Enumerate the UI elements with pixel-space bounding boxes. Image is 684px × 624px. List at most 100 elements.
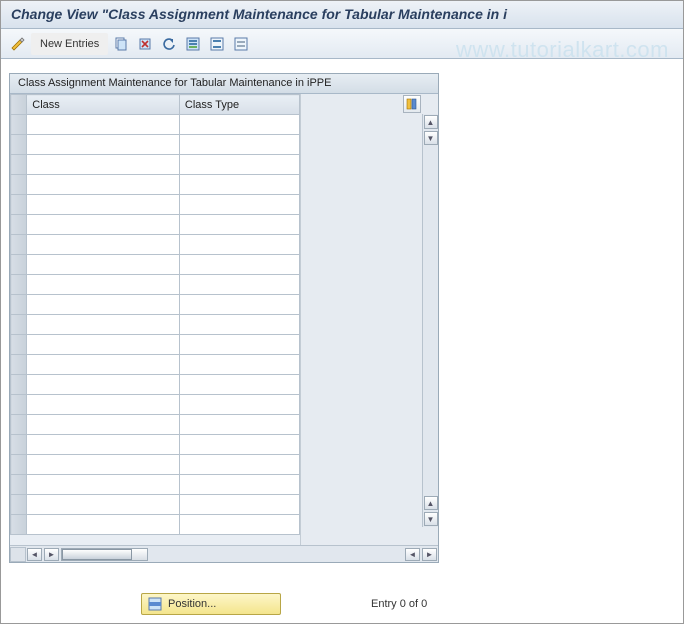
- cell-classtype[interactable]: [179, 295, 299, 315]
- deselect-button[interactable]: [230, 33, 252, 55]
- new-entries-button[interactable]: New Entries: [31, 33, 108, 55]
- undo-button[interactable]: [158, 33, 180, 55]
- row-selector[interactable]: [11, 515, 27, 535]
- row-header-corner[interactable]: [11, 95, 27, 115]
- cell-classtype[interactable]: [179, 355, 299, 375]
- cell-classtype[interactable]: [179, 215, 299, 235]
- cell-class[interactable]: [27, 355, 180, 375]
- cell-class[interactable]: [27, 175, 180, 195]
- row-selector[interactable]: [11, 455, 27, 475]
- cell-classtype[interactable]: [179, 415, 299, 435]
- table-row[interactable]: [11, 135, 300, 155]
- scroll-right-button[interactable]: ►: [44, 548, 59, 561]
- row-selector[interactable]: [11, 335, 27, 355]
- cell-classtype[interactable]: [179, 375, 299, 395]
- table-row[interactable]: [11, 375, 300, 395]
- table-row[interactable]: [11, 215, 300, 235]
- scroll-up-button[interactable]: ▲: [424, 115, 438, 129]
- data-grid[interactable]: Class Class Type: [10, 94, 300, 535]
- table-row[interactable]: [11, 315, 300, 335]
- cell-classtype[interactable]: [179, 135, 299, 155]
- scroll-up2-button[interactable]: ▲: [424, 496, 438, 510]
- position-button[interactable]: Position...: [141, 593, 281, 615]
- cell-class[interactable]: [27, 275, 180, 295]
- cell-classtype[interactable]: [179, 255, 299, 275]
- table-row[interactable]: [11, 295, 300, 315]
- table-row[interactable]: [11, 155, 300, 175]
- row-selector[interactable]: [11, 375, 27, 395]
- table-row[interactable]: [11, 255, 300, 275]
- change-mode-button[interactable]: [7, 33, 29, 55]
- row-selector[interactable]: [11, 235, 27, 255]
- table-row[interactable]: [11, 275, 300, 295]
- row-selector[interactable]: [11, 355, 27, 375]
- table-row[interactable]: [11, 175, 300, 195]
- cell-classtype[interactable]: [179, 455, 299, 475]
- cell-classtype[interactable]: [179, 155, 299, 175]
- row-selector[interactable]: [11, 215, 27, 235]
- table-row[interactable]: [11, 335, 300, 355]
- scroll-right2-button[interactable]: ►: [422, 548, 437, 561]
- vertical-scrollbar[interactable]: ▲ ▼ ▲ ▼: [422, 114, 438, 527]
- scroll-down2-button[interactable]: ▼: [424, 512, 438, 526]
- row-selector[interactable]: [11, 275, 27, 295]
- table-row[interactable]: [11, 455, 300, 475]
- table-row[interactable]: [11, 495, 300, 515]
- cell-classtype[interactable]: [179, 275, 299, 295]
- row-selector[interactable]: [11, 195, 27, 215]
- cell-classtype[interactable]: [179, 395, 299, 415]
- table-row[interactable]: [11, 195, 300, 215]
- horizontal-scrollbar[interactable]: ◄ ► ◄ ►: [10, 545, 438, 562]
- cell-classtype[interactable]: [179, 315, 299, 335]
- cell-class[interactable]: [27, 515, 180, 535]
- table-row[interactable]: [11, 395, 300, 415]
- row-selector[interactable]: [11, 175, 27, 195]
- row-selector[interactable]: [11, 315, 27, 335]
- cell-classtype[interactable]: [179, 195, 299, 215]
- table-row[interactable]: [11, 115, 300, 135]
- column-header-class[interactable]: Class: [27, 95, 180, 115]
- cell-classtype[interactable]: [179, 475, 299, 495]
- table-row[interactable]: [11, 355, 300, 375]
- table-row[interactable]: [11, 435, 300, 455]
- hscroll-track[interactable]: [61, 548, 148, 561]
- cell-class[interactable]: [27, 155, 180, 175]
- row-selector[interactable]: [11, 395, 27, 415]
- table-row[interactable]: [11, 235, 300, 255]
- cell-classtype[interactable]: [179, 115, 299, 135]
- cell-class[interactable]: [27, 395, 180, 415]
- row-selector[interactable]: [11, 475, 27, 495]
- cell-classtype[interactable]: [179, 235, 299, 255]
- hscroll-thumb[interactable]: [62, 549, 132, 560]
- cell-class[interactable]: [27, 235, 180, 255]
- copy-button[interactable]: [110, 33, 132, 55]
- cell-classtype[interactable]: [179, 175, 299, 195]
- select-block-button[interactable]: [206, 33, 228, 55]
- cell-class[interactable]: [27, 415, 180, 435]
- cell-class[interactable]: [27, 255, 180, 275]
- row-selector[interactable]: [11, 135, 27, 155]
- cell-class[interactable]: [27, 335, 180, 355]
- cell-class[interactable]: [27, 195, 180, 215]
- scroll-down-button[interactable]: ▼: [424, 131, 438, 145]
- cell-class[interactable]: [27, 215, 180, 235]
- row-selector[interactable]: [11, 115, 27, 135]
- cell-class[interactable]: [27, 135, 180, 155]
- cell-classtype[interactable]: [179, 435, 299, 455]
- scroll-left-button[interactable]: ◄: [27, 548, 42, 561]
- row-selector[interactable]: [11, 255, 27, 275]
- cell-classtype[interactable]: [179, 335, 299, 355]
- cell-class[interactable]: [27, 315, 180, 335]
- row-selector[interactable]: [11, 495, 27, 515]
- cell-class[interactable]: [27, 495, 180, 515]
- row-selector[interactable]: [11, 295, 27, 315]
- row-selector[interactable]: [11, 435, 27, 455]
- row-selector[interactable]: [11, 155, 27, 175]
- table-row[interactable]: [11, 415, 300, 435]
- table-settings-button[interactable]: [403, 95, 421, 113]
- column-header-classtype[interactable]: Class Type: [179, 95, 299, 115]
- cell-class[interactable]: [27, 475, 180, 495]
- cell-class[interactable]: [27, 435, 180, 455]
- cell-class[interactable]: [27, 295, 180, 315]
- delete-button[interactable]: [134, 33, 156, 55]
